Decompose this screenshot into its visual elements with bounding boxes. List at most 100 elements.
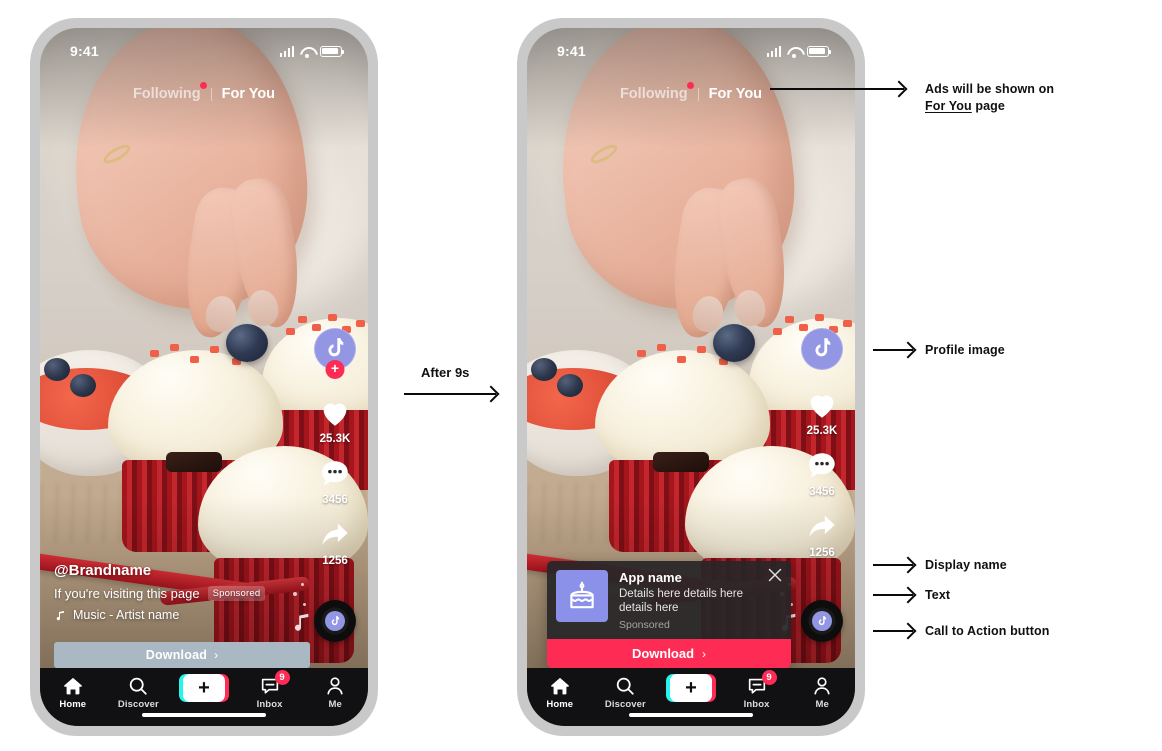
- comment-icon: [318, 457, 352, 491]
- annotation-profile-image: Profile image: [925, 343, 1005, 357]
- nav-item-home[interactable]: Home: [532, 675, 588, 710]
- nav-item-home[interactable]: Home: [45, 675, 101, 710]
- annotation-arrow-text: [873, 594, 913, 596]
- caption-text: If you're visiting this page: [54, 586, 200, 601]
- brand-handle[interactable]: @Brandname: [54, 562, 298, 579]
- share-button[interactable]: 1256: [805, 510, 839, 559]
- battery-icon: [807, 45, 831, 57]
- nav-label-discover: Discover: [604, 699, 646, 710]
- status-bar: 9:41: [40, 28, 368, 68]
- tab-divider: [697, 87, 699, 101]
- nav-label-inbox: Inbox: [743, 699, 770, 710]
- nav-item-me[interactable]: Me: [794, 675, 850, 710]
- like-count: 25.3K: [319, 433, 351, 445]
- tab-following[interactable]: Following: [132, 82, 207, 102]
- phone-mockup-before: 9:41 Following For You + 25.3K 3456 1256…: [30, 18, 378, 736]
- heart-icon: [805, 388, 839, 422]
- share-button[interactable]: 1256: [318, 518, 352, 567]
- nav-item-inbox[interactable]: 9 Inbox: [729, 670, 785, 710]
- tab-divider: [210, 87, 212, 101]
- action-rail: + 25.3K 3456 1256: [314, 328, 356, 579]
- nav-item-create[interactable]: +: [663, 674, 719, 702]
- status-clock: 9:41: [70, 43, 99, 59]
- download-label: Download: [145, 648, 208, 662]
- inbox-badge: 9: [761, 670, 777, 685]
- annotation-for-you-rest: page: [971, 98, 1005, 113]
- bottom-nav-bar-after: Home Discover + 9 Inbox Me: [527, 668, 855, 726]
- comment-button[interactable]: 3456: [318, 457, 352, 506]
- notification-dot-icon: [686, 82, 694, 89]
- ad-cta-label: Download: [631, 646, 695, 661]
- ad-card-body: App name Details here details here detai…: [547, 560, 791, 639]
- person-icon: [324, 675, 346, 697]
- music-note-icon: [56, 610, 64, 620]
- like-button[interactable]: 25.3K: [318, 396, 352, 445]
- cake-icon: [570, 581, 594, 608]
- status-bar-after: 9:41: [527, 28, 855, 68]
- share-count: 1256: [809, 547, 835, 559]
- comment-icon: [805, 449, 839, 483]
- phone-mockup-after: 9:41 Following For You 25.3K 3456 1256 A…: [517, 18, 865, 736]
- create-plus-icon[interactable]: +: [665, 674, 716, 702]
- signal-bars-icon: [279, 45, 294, 57]
- search-icon: [614, 675, 636, 697]
- nav-item-discover[interactable]: Discover: [110, 675, 166, 710]
- nav-item-me[interactable]: Me: [307, 675, 363, 710]
- phone-screen-before: 9:41 Following For You + 25.3K 3456 1256…: [40, 28, 368, 726]
- video-caption: @Brandname If you're visiting this page …: [54, 562, 298, 622]
- annotation-arrow-for-you: [770, 88, 904, 90]
- music-attribution[interactable]: Music - Artist name: [54, 608, 298, 622]
- tab-following-label: Following: [619, 86, 688, 102]
- action-rail-after: 25.3K 3456 1256: [801, 328, 843, 571]
- tab-following-label: Following: [132, 86, 201, 102]
- share-arrow-icon: [318, 518, 352, 552]
- like-button[interactable]: 25.3K: [805, 388, 839, 437]
- follow-plus-badge[interactable]: +: [325, 360, 345, 379]
- tiktok-note-icon: [815, 338, 831, 357]
- nav-label-inbox: Inbox: [256, 699, 283, 710]
- download-button-plain[interactable]: Download ›: [54, 642, 310, 668]
- music-disc[interactable]: [314, 600, 356, 642]
- phone-screen-after: 9:41 Following For You 25.3K 3456 1256 A…: [527, 28, 855, 726]
- transition-label: After 9s: [421, 365, 470, 380]
- home-icon: [62, 675, 84, 697]
- tab-for-you[interactable]: For You: [222, 86, 275, 102]
- annotation-arrow-display-name: [873, 564, 913, 566]
- create-plus-icon[interactable]: +: [178, 674, 229, 702]
- comment-button[interactable]: 3456: [805, 449, 839, 498]
- comment-count: 3456: [322, 494, 348, 506]
- profile-avatar[interactable]: +: [314, 328, 356, 379]
- tab-for-you[interactable]: For You: [709, 86, 762, 102]
- nav-item-inbox[interactable]: 9 Inbox: [242, 670, 298, 710]
- nav-item-create[interactable]: +: [176, 674, 232, 702]
- disc-center-icon: [325, 611, 345, 631]
- inbox-badge: 9: [274, 670, 290, 685]
- disc-center-icon: [812, 611, 832, 631]
- tab-for-you-label: For You: [708, 86, 763, 102]
- home-indicator: [142, 712, 266, 717]
- close-icon[interactable]: [768, 568, 782, 582]
- search-icon: [127, 675, 149, 697]
- nav-item-discover[interactable]: Discover: [597, 675, 653, 710]
- music-disc[interactable]: [801, 600, 843, 642]
- chevron-right-icon: ›: [702, 646, 707, 661]
- home-indicator: [629, 712, 753, 717]
- annotation-for-you-line1: Ads will be shown on: [925, 82, 1055, 96]
- tab-following[interactable]: Following: [619, 82, 694, 102]
- ad-cta-button[interactable]: Download ›: [547, 639, 791, 668]
- nav-label-home: Home: [546, 699, 574, 710]
- tab-for-you-label: For You: [221, 86, 276, 102]
- home-icon: [549, 675, 571, 697]
- person-icon: [811, 675, 833, 697]
- tiktok-note-icon: [328, 338, 344, 357]
- like-count: 25.3K: [806, 425, 838, 437]
- signal-bars-icon: [766, 45, 781, 57]
- nav-label-home: Home: [59, 699, 87, 710]
- profile-avatar[interactable]: [801, 328, 843, 370]
- annotation-cta-button: Call to Action button: [925, 624, 1050, 638]
- nav-label-me: Me: [815, 699, 829, 710]
- sponsored-tag: Sponsored: [207, 586, 266, 601]
- avatar-circle: [801, 328, 843, 370]
- nav-label-discover: Discover: [117, 699, 159, 710]
- ad-sponsored-label: Sponsored: [619, 619, 670, 631]
